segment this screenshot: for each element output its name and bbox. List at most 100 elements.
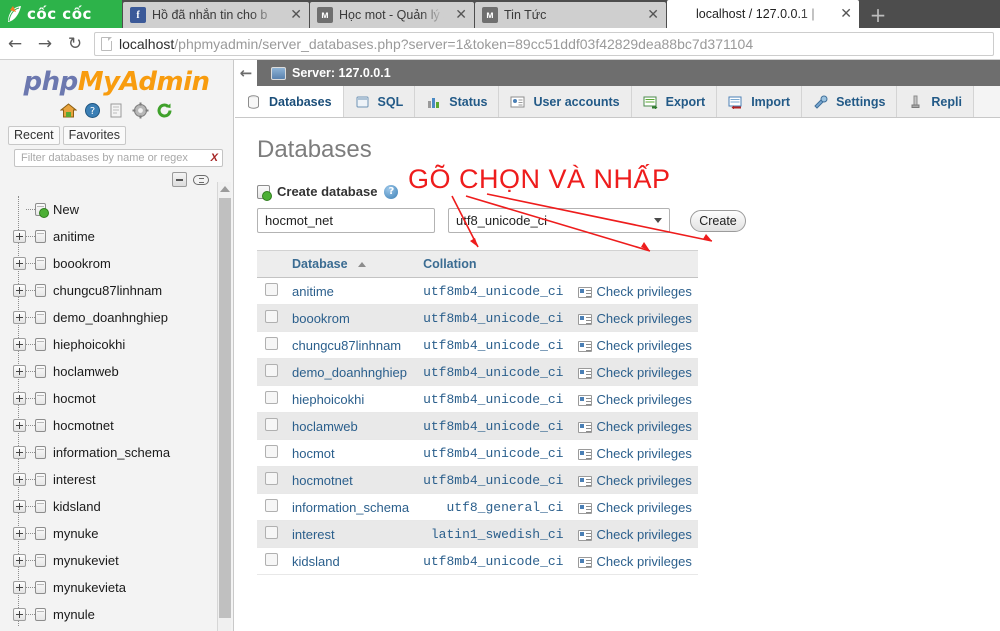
check-privileges-link[interactable]: Check privileges xyxy=(597,284,692,299)
expand-plus-icon[interactable] xyxy=(13,284,26,297)
tree-item-kidsland[interactable]: kidsland xyxy=(8,493,233,520)
home-icon[interactable] xyxy=(59,102,78,119)
row-checkbox[interactable] xyxy=(265,445,278,458)
expand-plus-icon[interactable] xyxy=(13,473,26,486)
database-name-cell[interactable]: hocmotnet xyxy=(284,466,416,494)
check-privileges-cell[interactable]: Check privileges xyxy=(569,520,698,548)
row-select-cell[interactable] xyxy=(257,385,284,413)
check-privileges-cell[interactable]: Check privileges xyxy=(569,385,698,413)
row-select-cell[interactable] xyxy=(257,412,284,440)
row-checkbox[interactable] xyxy=(265,499,278,512)
database-name-cell[interactable]: chungcu87linhnam xyxy=(284,331,416,359)
tree-item-mynule[interactable]: mynule xyxy=(8,601,233,628)
check-privileges-link[interactable]: Check privileges xyxy=(597,392,692,407)
main-tab-export[interactable]: Export xyxy=(631,86,718,117)
tree-item-mynukeviet[interactable]: mynukeviet xyxy=(8,547,233,574)
row-checkbox[interactable] xyxy=(265,526,278,539)
row-checkbox[interactable] xyxy=(265,553,278,566)
check-privileges-link[interactable]: Check privileges xyxy=(597,500,692,515)
expand-plus-icon[interactable] xyxy=(13,500,26,513)
check-privileges-link[interactable]: Check privileges xyxy=(597,446,692,461)
table-row[interactable]: chungcu87linhnam utf8mb4_unicode_ci Check … xyxy=(257,331,698,359)
row-checkbox[interactable] xyxy=(265,472,278,485)
expand-plus-icon[interactable] xyxy=(13,554,26,567)
sidebar-scrollbar[interactable] xyxy=(217,182,231,631)
check-privileges-cell[interactable]: Check privileges xyxy=(569,493,698,521)
favorites-button[interactable]: Favorites xyxy=(62,126,127,145)
browser-tab-1[interactable]: м Học mot - Quản lý si ✕ xyxy=(310,2,474,28)
back-button[interactable]: ← xyxy=(0,29,30,59)
row-checkbox[interactable] xyxy=(265,364,278,377)
tree-item-boookrom[interactable]: boookrom xyxy=(8,250,233,277)
check-privileges-link[interactable]: Check privileges xyxy=(597,338,692,353)
row-checkbox[interactable] xyxy=(265,283,278,296)
row-select-cell[interactable] xyxy=(257,331,284,359)
expand-plus-icon[interactable] xyxy=(13,338,26,351)
table-row[interactable]: hiephoicokhi utf8mb4_unicode_ci Check priv… xyxy=(257,385,698,413)
tree-item-chungcu87linhnam[interactable]: chungcu87linhnam xyxy=(8,277,233,304)
main-tab-settings[interactable]: Settings xyxy=(802,86,898,117)
main-tab-repli[interactable]: Repli xyxy=(897,86,974,117)
main-tab-status[interactable]: Status xyxy=(415,86,500,117)
check-privileges-link[interactable]: Check privileges xyxy=(597,554,692,569)
database-name-cell[interactable]: information_schema xyxy=(284,493,416,521)
check-privileges-cell[interactable]: Check privileges xyxy=(569,331,698,359)
table-row[interactable]: hocmotnet utf8mb4_unicode_ci Check privile… xyxy=(257,466,698,494)
row-select-cell[interactable] xyxy=(257,277,284,305)
expand-plus-icon[interactable] xyxy=(13,230,26,243)
check-privileges-link[interactable]: Check privileges xyxy=(597,311,692,326)
check-privileges-cell[interactable]: Check privileges xyxy=(569,547,698,575)
tree-item-hiephoicokhi[interactable]: hiephoicokhi xyxy=(8,331,233,358)
phpmyadmin-logo[interactable]: phpMyAdmin xyxy=(0,60,233,97)
expand-plus-icon[interactable] xyxy=(13,311,26,324)
filter-clear-button[interactable]: X xyxy=(211,152,218,164)
address-bar[interactable]: localhost/phpmyadmin/server_databases.ph… xyxy=(94,31,994,56)
docs-icon[interactable] xyxy=(108,102,125,119)
collation-select[interactable]: utf8_unicode_ci xyxy=(448,208,670,233)
browser-brand-coccoc[interactable]: cốc cốc xyxy=(0,0,122,28)
check-privileges-cell[interactable]: Check privileges xyxy=(569,304,698,332)
scrollbar-thumb[interactable] xyxy=(219,198,231,618)
database-name-cell[interactable]: demo_doanhnghiep xyxy=(284,358,416,386)
main-tab-user-accounts[interactable]: User accounts xyxy=(499,86,632,117)
browser-tab-3[interactable]: PMA localhost / 127.0.0.1 | ✕ xyxy=(667,0,859,28)
main-tab-import[interactable]: Import xyxy=(717,86,803,117)
scroll-up-arrow-icon[interactable] xyxy=(219,186,230,192)
row-select-cell[interactable] xyxy=(257,358,284,386)
table-row[interactable]: demo_doanhnghiep utf8mb4_unicode_ci Check … xyxy=(257,358,698,386)
check-privileges-link[interactable]: Check privileges xyxy=(597,419,692,434)
tree-item-information_schema[interactable]: information_schema xyxy=(8,439,233,466)
expand-plus-icon[interactable] xyxy=(13,608,26,621)
tree-item-anitime[interactable]: anitime xyxy=(8,223,233,250)
check-privileges-cell[interactable]: Check privileges xyxy=(569,439,698,467)
table-row[interactable]: hocmot utf8mb4_unicode_ci Check privileges xyxy=(257,439,698,467)
create-button[interactable]: Create xyxy=(690,209,746,232)
tree-item-hocmotnet[interactable]: hocmotnet xyxy=(8,412,233,439)
database-name-cell[interactable]: anitime xyxy=(284,277,416,305)
row-select-cell[interactable] xyxy=(257,466,284,494)
collation-column-header[interactable]: Collation xyxy=(415,250,570,278)
expand-plus-icon[interactable] xyxy=(13,527,26,540)
database-name-cell[interactable]: hoclamweb xyxy=(284,412,416,440)
database-name-cell[interactable]: kidsland xyxy=(284,547,416,575)
database-name-input[interactable] xyxy=(257,208,435,233)
database-column-header[interactable]: Database xyxy=(284,250,416,278)
expand-plus-icon[interactable] xyxy=(13,581,26,594)
table-row[interactable]: information_schema utf8_general_ci Check p… xyxy=(257,493,698,521)
expand-plus-icon[interactable] xyxy=(13,419,26,432)
row-select-cell[interactable] xyxy=(257,439,284,467)
expand-plus-icon[interactable] xyxy=(13,446,26,459)
database-name-cell[interactable]: interest xyxy=(284,520,416,548)
reload-icon[interactable] xyxy=(156,102,173,119)
check-privileges-link[interactable]: Check privileges xyxy=(597,365,692,380)
main-tab-sql[interactable]: SQL xyxy=(343,86,416,117)
tree-item-hocmot[interactable]: hocmot xyxy=(8,385,233,412)
select-all-header[interactable] xyxy=(257,250,284,278)
tree-item-New[interactable]: New xyxy=(8,196,233,223)
tree-item-hoclamweb[interactable]: hoclamweb xyxy=(8,358,233,385)
row-checkbox[interactable] xyxy=(265,337,278,350)
settings-gear-icon[interactable] xyxy=(132,102,149,119)
close-icon[interactable]: ✕ xyxy=(452,8,470,22)
forward-button[interactable]: → xyxy=(30,29,60,59)
tree-item-demo_doanhnghiep[interactable]: demo_doanhnghiep xyxy=(8,304,233,331)
